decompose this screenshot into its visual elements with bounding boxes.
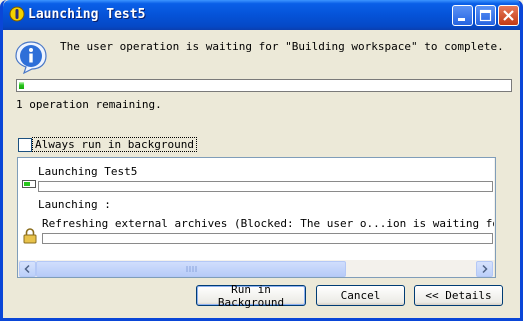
progress-job-icon xyxy=(22,180,36,188)
progress-fill xyxy=(19,82,24,89)
dialog-body: The user operation is waiting for "Build… xyxy=(3,30,520,318)
job-progress-bar xyxy=(38,181,493,192)
operation-progress-bar xyxy=(16,79,512,92)
always-run-in-background-checkbox[interactable] xyxy=(18,138,32,152)
cancel-button[interactable]: Cancel xyxy=(316,285,405,306)
horizontal-scroll-thumb[interactable] xyxy=(36,261,346,277)
job-progress-bar xyxy=(42,233,493,244)
scroll-corner xyxy=(494,260,495,277)
horizontal-scrollbar[interactable] xyxy=(18,260,494,277)
scroll-left-button[interactable] xyxy=(19,261,36,277)
window-title: Launching Test5 xyxy=(28,7,146,22)
waiting-message: The user operation is waiting for "Build… xyxy=(60,40,504,53)
details-button[interactable]: << Details xyxy=(414,285,503,306)
scroll-right-button[interactable] xyxy=(476,261,493,277)
vertical-scroll-thumb[interactable] xyxy=(495,180,496,245)
remaining-operations-label: 1 operation remaining. xyxy=(16,98,162,111)
info-icon xyxy=(15,41,47,74)
dialog-window: Launching Test5 The user operation is wa… xyxy=(0,0,523,321)
maximize-button[interactable] xyxy=(475,5,496,26)
eclipse-icon xyxy=(9,6,25,22)
close-button[interactable] xyxy=(498,5,519,26)
scroll-up-button[interactable] xyxy=(495,159,496,175)
lock-icon xyxy=(23,228,37,244)
job-status: Launching : xyxy=(38,198,111,211)
chevron-right-icon xyxy=(482,264,488,274)
minimize-icon xyxy=(458,18,465,21)
run-in-background-button[interactable]: Run in Background xyxy=(196,283,306,309)
vertical-scrollbar[interactable] xyxy=(494,158,496,261)
close-icon xyxy=(503,10,514,21)
title-bar[interactable]: Launching Test5 xyxy=(3,0,520,30)
maximize-icon xyxy=(479,9,492,22)
always-run-in-background-label[interactable]: Always run in background xyxy=(32,137,197,152)
details-panel: Launching Test5 Launching : Refreshing e… xyxy=(17,157,496,278)
job-name: Launching Test5 xyxy=(38,165,138,178)
grip-icon xyxy=(186,266,197,272)
minimize-button[interactable] xyxy=(452,5,473,26)
chevron-left-icon xyxy=(24,264,30,274)
job-name: Refreshing external archives (Blocked: T… xyxy=(42,217,496,230)
